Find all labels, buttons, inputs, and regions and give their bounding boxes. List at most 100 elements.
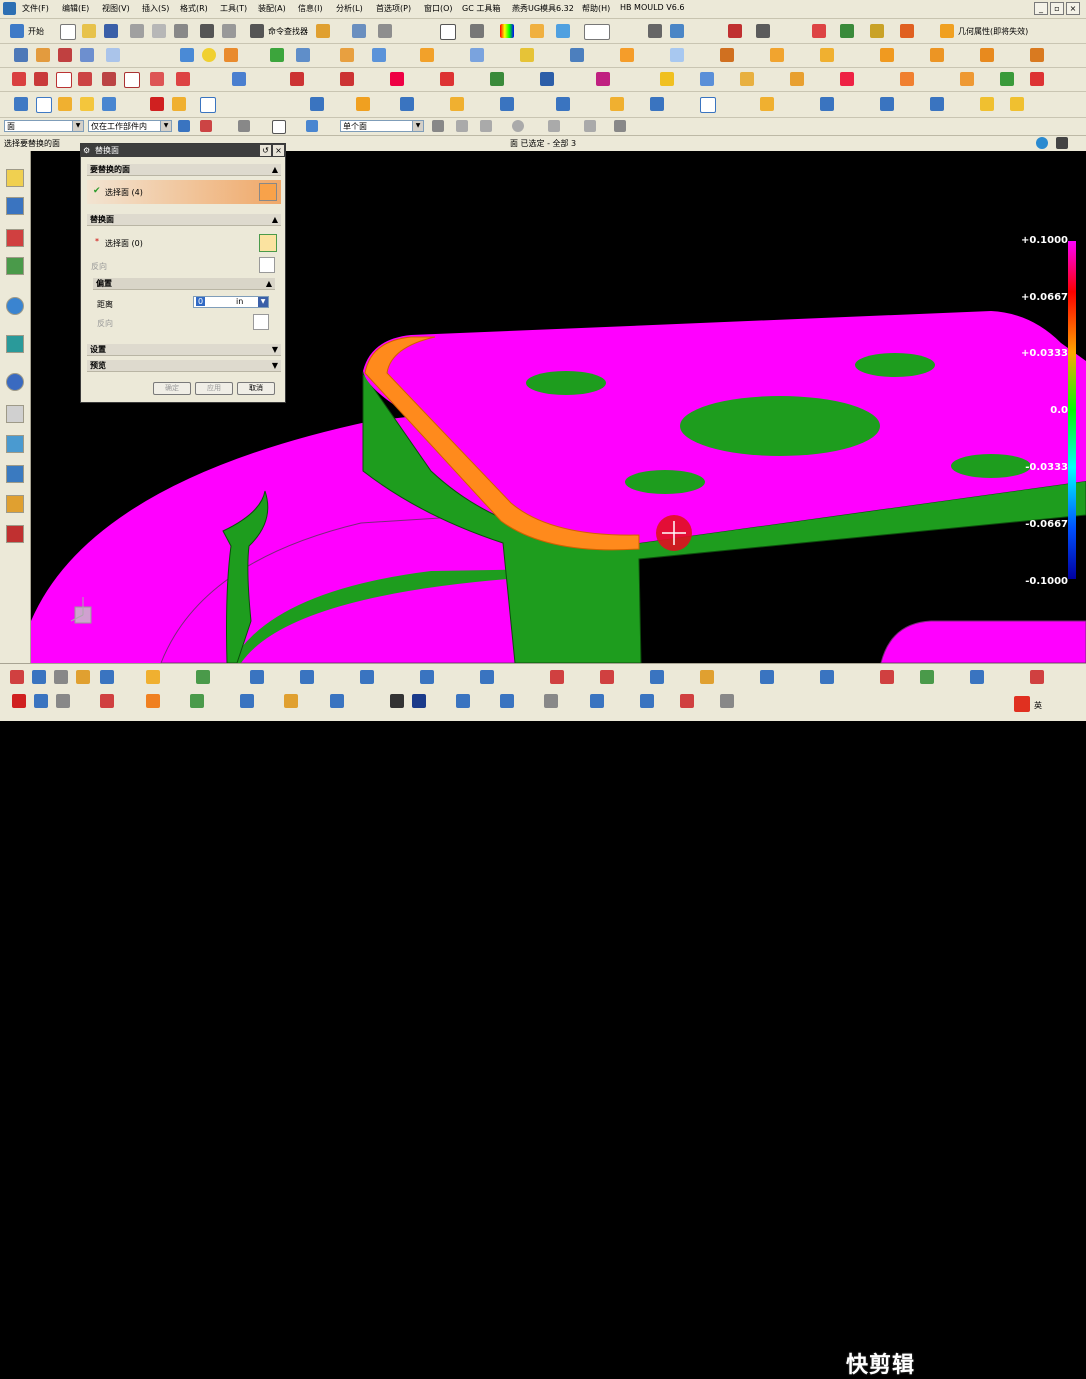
face-picker-icon[interactable] [259, 234, 277, 252]
symmetric-icon[interactable] [450, 97, 464, 111]
coaxial-icon[interactable] [356, 97, 370, 111]
parallel-icon[interactable] [500, 97, 514, 111]
close-icon[interactable]: × [1066, 2, 1080, 15]
surface-c-icon[interactable] [790, 72, 804, 86]
surface-a-icon[interactable] [700, 72, 714, 86]
geometry-attr-icon[interactable] [940, 24, 954, 38]
draft-icon[interactable] [570, 48, 584, 62]
cancel-button[interactable]: 取消 [237, 382, 275, 395]
part-navigator-icon[interactable] [6, 229, 24, 247]
mold-tool-4-icon[interactable] [76, 670, 90, 684]
hb-tool-17-icon[interactable] [720, 694, 734, 708]
sketch-icon[interactable] [980, 48, 994, 62]
select-face-2-row[interactable]: * 选择面 (0) [87, 232, 281, 254]
menu-preferences[interactable]: 首选项(P) [376, 3, 411, 14]
hole-icon[interactable] [58, 48, 72, 62]
snap-center-icon[interactable] [512, 120, 524, 132]
chevron-down-icon[interactable]: ▼ [412, 121, 423, 131]
mold-tool-20-icon[interactable] [920, 670, 934, 684]
mold-tool-2-icon[interactable] [32, 670, 46, 684]
face-picker-icon[interactable] [259, 183, 277, 201]
copy-icon[interactable] [152, 24, 166, 38]
mold-tool-10-icon[interactable] [360, 670, 374, 684]
cut-icon[interactable] [130, 24, 144, 38]
ime-label[interactable]: 英 [1034, 700, 1042, 711]
tangent-icon[interactable] [400, 97, 414, 111]
snap-int-icon[interactable] [584, 120, 596, 132]
tool-e-icon[interactable] [840, 24, 854, 38]
hb-tool-8-icon[interactable] [284, 694, 298, 708]
reuse-library-icon[interactable] [6, 257, 24, 275]
offset-curve-icon[interactable] [176, 72, 190, 86]
analysis-icon[interactable] [378, 24, 392, 38]
surface-d-icon[interactable] [840, 72, 854, 86]
select-face-1-row[interactable]: ✔ 选择面 (4) [87, 180, 281, 204]
close-icon[interactable]: × [273, 145, 284, 156]
menu-yanxiu[interactable]: 燕秀UG模具6.32 [512, 3, 574, 14]
rectangle-icon[interactable] [56, 72, 72, 88]
open-icon[interactable] [82, 24, 96, 38]
section-preview[interactable]: 预览 ▼ [87, 360, 281, 372]
surface-h-icon[interactable] [1030, 72, 1044, 86]
constraint-navigator-icon[interactable] [6, 197, 24, 215]
distance-field[interactable]: 0 in ▼ [193, 296, 269, 308]
mold-tool-11-icon[interactable] [420, 670, 434, 684]
snap-point-icon[interactable] [432, 120, 444, 132]
mold-tool-17-icon[interactable] [760, 670, 774, 684]
mold-tool-21-icon[interactable] [970, 670, 984, 684]
delete-face-icon[interactable] [150, 97, 164, 111]
chevron-down-icon[interactable]: ▼ [72, 121, 83, 131]
divide-curve-icon[interactable] [596, 72, 610, 86]
hole-large[interactable] [680, 396, 880, 456]
perpendicular-icon[interactable] [556, 97, 570, 111]
apply-button[interactable]: 应用 [195, 382, 233, 395]
text-curve-icon[interactable] [124, 72, 140, 88]
shell-body-icon[interactable] [760, 97, 774, 111]
select-all-icon[interactable] [200, 120, 212, 132]
hb-tool-10-icon[interactable] [390, 694, 404, 708]
dialog-title-bar[interactable]: ⚙ 替换面 ↺ × [81, 144, 285, 157]
tool-c-icon[interactable] [756, 24, 770, 38]
display-icon[interactable] [556, 24, 570, 38]
menu-tools[interactable]: 工具(T) [220, 3, 247, 14]
hole-1[interactable] [526, 371, 606, 395]
command-finder-label[interactable]: 命令查找器 [268, 26, 308, 37]
tool-g-icon[interactable] [900, 24, 914, 38]
label-notch-icon[interactable] [930, 97, 944, 111]
extrude-icon[interactable] [14, 48, 28, 62]
surface-f-icon[interactable] [960, 72, 974, 86]
sync-move-icon[interactable] [14, 97, 28, 111]
manufacturing-wizard-icon[interactable] [6, 495, 24, 513]
mold-tool-1-icon[interactable] [10, 670, 24, 684]
chevron-down-icon[interactable]: ▼ [272, 344, 278, 356]
paste-icon[interactable] [174, 24, 188, 38]
mold-tool-16-icon[interactable] [700, 670, 714, 684]
reverse-direction-2-icon[interactable] [253, 314, 269, 330]
hb-tool-16-icon[interactable] [680, 694, 694, 708]
arc-icon[interactable] [34, 72, 48, 86]
iso-curve-icon[interactable] [490, 72, 504, 86]
measure-icon[interactable] [648, 24, 662, 38]
shell-icon[interactable] [296, 48, 310, 62]
section-offset[interactable]: 偏置 ▲ [93, 278, 275, 290]
menu-format[interactable]: 格式(R) [180, 3, 208, 14]
revolve-icon[interactable] [36, 48, 50, 62]
deselect-icon[interactable] [238, 120, 250, 132]
section-settings[interactable]: 设置 ▼ [87, 344, 281, 356]
menu-assembly[interactable]: 装配(A) [258, 3, 286, 14]
join-curve-icon[interactable] [340, 72, 354, 86]
hb-tool-3-icon[interactable] [56, 694, 70, 708]
hb-tool-14-icon[interactable] [590, 694, 604, 708]
mold-tool-9-icon[interactable] [300, 670, 314, 684]
unite-icon[interactable] [372, 48, 386, 62]
hb-tool-15-icon[interactable] [640, 694, 654, 708]
tool-f-icon[interactable] [870, 24, 884, 38]
color-icon[interactable] [500, 24, 514, 38]
chevron-down-icon[interactable]: ▼ [272, 360, 278, 372]
bridge-curve-icon[interactable] [290, 72, 304, 86]
intersect-curve-icon[interactable] [390, 72, 404, 86]
hb-tool-9-icon[interactable] [330, 694, 344, 708]
group-face-icon[interactable] [172, 97, 186, 111]
split-icon[interactable] [820, 48, 834, 62]
roles-icon[interactable] [6, 405, 24, 423]
